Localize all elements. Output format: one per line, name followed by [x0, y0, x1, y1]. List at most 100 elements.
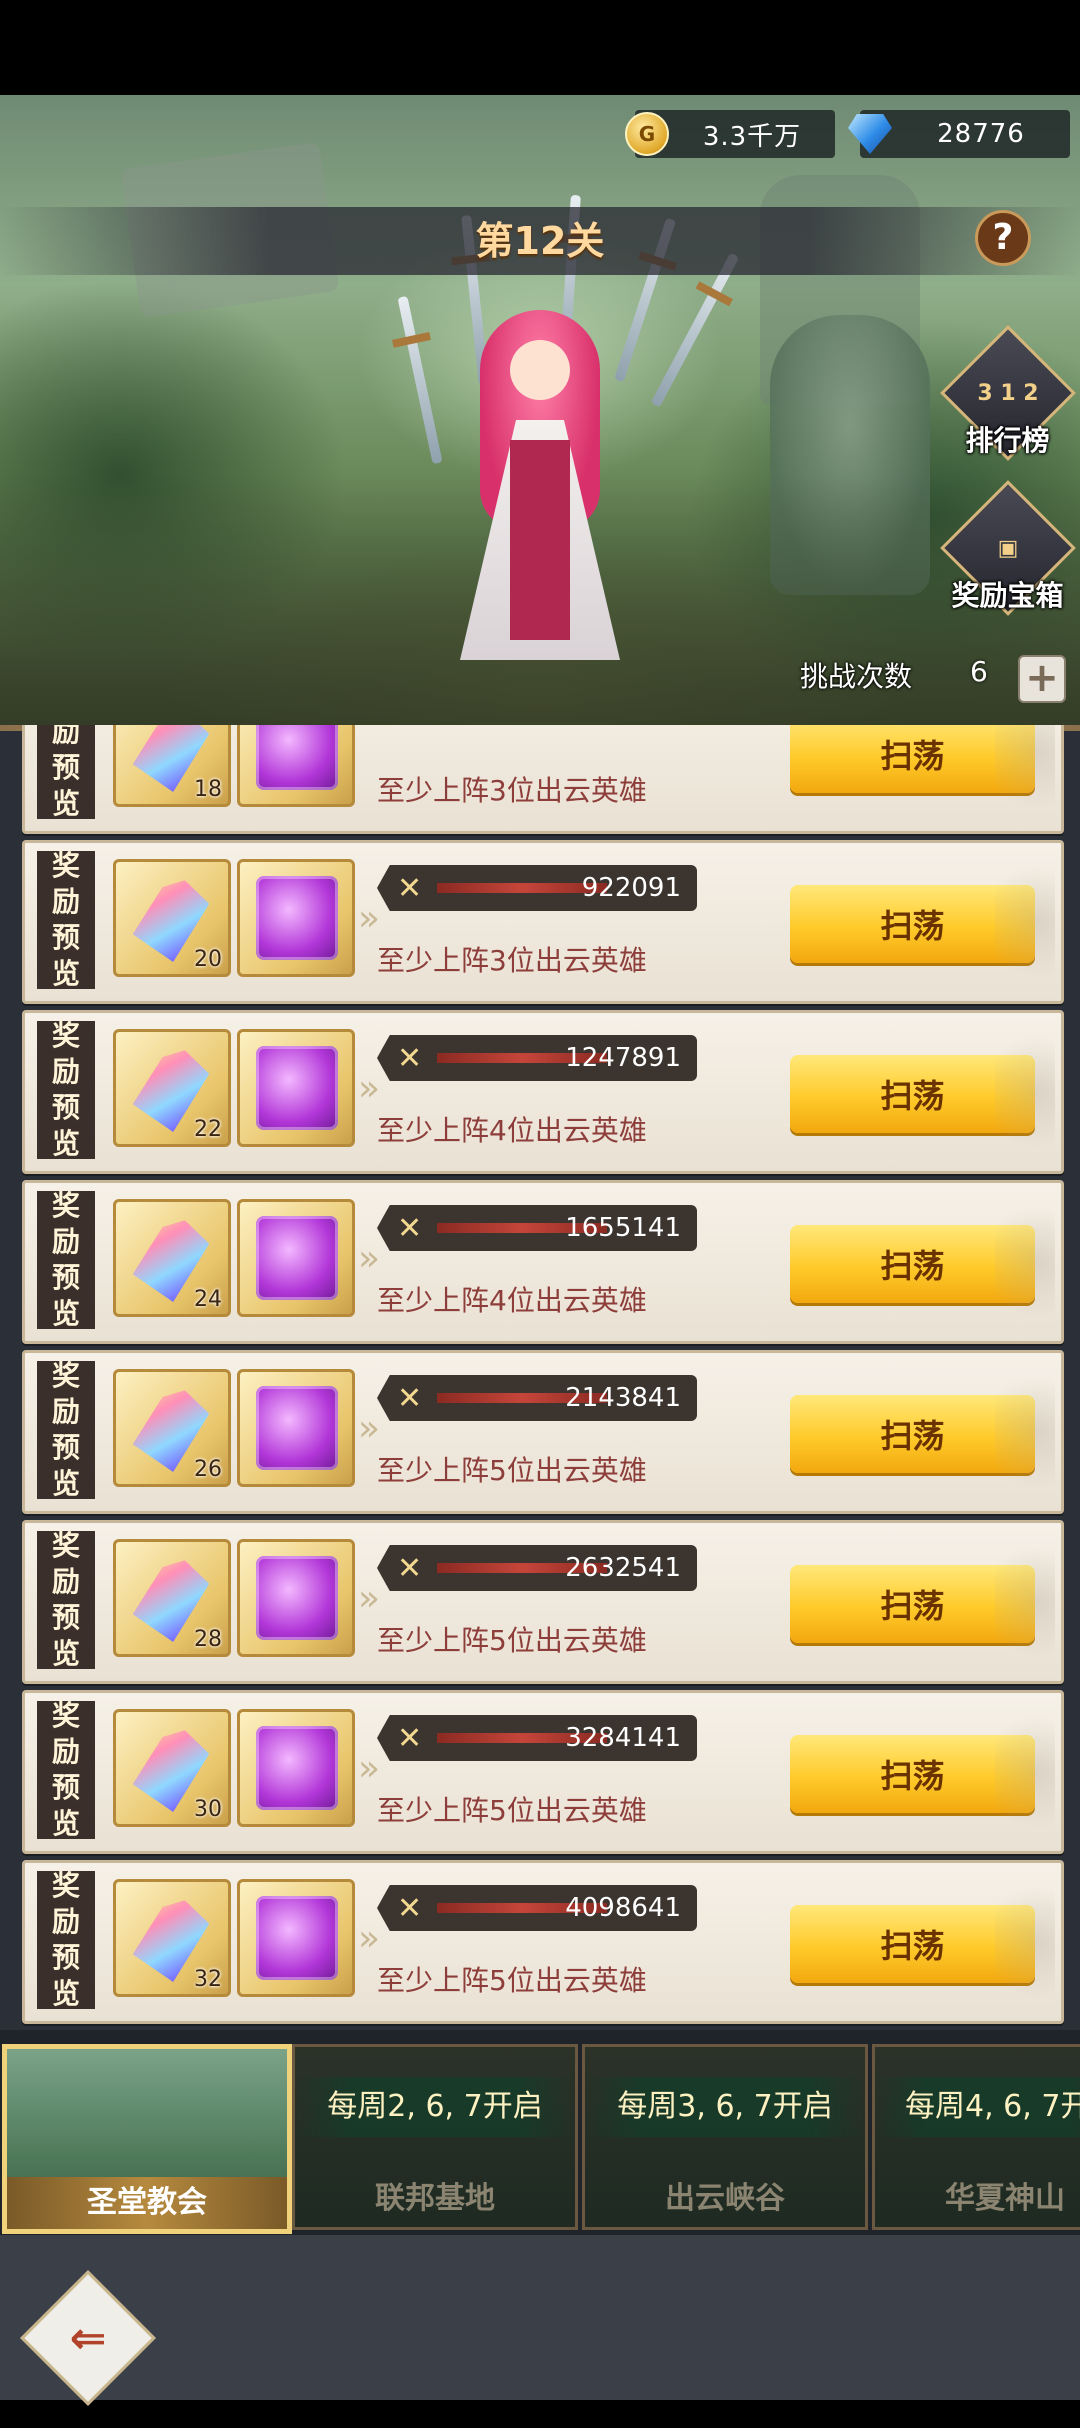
dungeon-tabs: 圣堂教会 每周2, 6, 7开启 联邦基地 每周3, 6, 7开启 出云峡谷 每… [0, 2030, 1080, 2235]
gold-coin-icon: G [625, 112, 669, 156]
power-requirement: ✕ 3284141 [377, 1715, 697, 1761]
tab-huaxia-mountain[interactable]: 每周4, 6, 7开启 华夏神山 [872, 2044, 1080, 2230]
tab-schedule: 每周3, 6, 7开启 [585, 2077, 865, 2137]
magic-cube-icon [256, 1046, 338, 1130]
magic-cube-icon [256, 876, 338, 960]
power-requirement: ✕ 922091 [377, 865, 697, 911]
power-value: 922091 [581, 873, 681, 903]
exit-icon: ⇐ [69, 2312, 107, 2364]
power-value: 4098641 [565, 1893, 681, 1923]
crystal-reward[interactable]: 28 [113, 1539, 231, 1657]
tab-schedule: 每周4, 6, 7开启 [875, 2077, 1080, 2137]
cube-reward[interactable] [237, 1199, 355, 1317]
cube-reward[interactable] [237, 725, 355, 807]
cube-reward[interactable] [237, 859, 355, 977]
reward-preview-tag[interactable]: 奖励预览 [37, 1699, 95, 1840]
magic-cube-icon [256, 1386, 338, 1470]
sweep-button[interactable]: 扫荡 [790, 725, 1035, 793]
sweep-button[interactable]: 扫荡 [790, 1565, 1035, 1643]
add-challenge-button[interactable]: + [1018, 655, 1066, 703]
reward-preview-tag[interactable]: 奖励预览 [37, 725, 95, 820]
stage-row: 奖励预览 20 » ✕ 922091 至少上阵3位出云英雄 扫荡 [22, 840, 1064, 1004]
requirement-text: 至少上阵5位出云英雄 [377, 1454, 647, 1487]
crystal-reward[interactable]: 32 [113, 1879, 231, 1997]
reward-preview-tag[interactable]: 奖励预览 [37, 1189, 95, 1330]
stage-row: 奖励预览 18 至少上阵3位出云英雄 扫荡 [22, 725, 1064, 834]
cube-reward[interactable] [237, 1539, 355, 1657]
magic-cube-icon [256, 1726, 338, 1810]
chevron-right-icon: » [358, 1408, 381, 1449]
crystal-count: 26 [194, 1457, 222, 1482]
ranking-button[interactable]: 3 1 2 排行榜 [939, 325, 1076, 461]
crossed-swords-icon: ✕ [397, 1211, 423, 1246]
tab-holy-church[interactable]: 圣堂教会 [2, 2044, 292, 2234]
tab-label: 华夏神山 [945, 2181, 1065, 2216]
hero-face [510, 340, 570, 400]
reward-preview-tag[interactable]: 奖励预览 [37, 1529, 95, 1670]
status-bar [0, 0, 1080, 95]
power-requirement: ✕ 2143841 [377, 1375, 697, 1421]
sweep-button[interactable]: 扫荡 [790, 1905, 1035, 1983]
crystal-reward[interactable]: 20 [113, 859, 231, 977]
crystal-count: 32 [194, 1967, 222, 1992]
hero-cape [510, 440, 570, 640]
sweep-button[interactable]: 扫荡 [790, 1735, 1035, 1813]
crystal-reward[interactable]: 30 [113, 1709, 231, 1827]
cube-reward[interactable] [237, 1709, 355, 1827]
sweep-button[interactable]: 扫荡 [790, 885, 1035, 963]
gold-value: 3.3千万 [702, 121, 802, 152]
reward-preview-tag[interactable]: 奖励预览 [37, 1019, 95, 1160]
requirement-text: 至少上阵5位出云英雄 [377, 1964, 647, 1997]
crystal-count: 24 [194, 1287, 222, 1312]
power-value: 2632541 [565, 1553, 681, 1583]
crystal-count: 18 [194, 777, 222, 802]
sweep-button[interactable]: 扫荡 [790, 1055, 1035, 1133]
crystal-reward[interactable]: 22 [113, 1029, 231, 1147]
requirement-text: 至少上阵3位出云英雄 [377, 944, 647, 977]
challenge-count-value: 6 [970, 655, 988, 688]
tab-izumo-canyon[interactable]: 每周3, 6, 7开启 出云峡谷 [582, 2044, 868, 2230]
chevron-right-icon: » [358, 1918, 381, 1959]
power-value: 1655141 [565, 1213, 681, 1243]
power-requirement: ✕ 1247891 [377, 1035, 697, 1081]
help-button[interactable]: ? [975, 210, 1031, 266]
reward-chest-button[interactable]: ▣ 奖励宝箱 [939, 480, 1076, 616]
tab-federal-base[interactable]: 每周2, 6, 7开启 联邦基地 [292, 2044, 578, 2230]
cube-reward[interactable] [237, 1369, 355, 1487]
reward-preview-tag[interactable]: 奖励预览 [37, 849, 95, 990]
stage-list[interactable]: 奖励预览 18 至少上阵3位出云英雄 扫荡 奖励预览 20 » ✕ 922091 … [0, 725, 1080, 2030]
stage-banner [0, 95, 1080, 725]
power-requirement: ✕ 1655141 [377, 1205, 697, 1251]
power-value: 2143841 [565, 1383, 681, 1413]
stage-row: 奖励预览 26 » ✕ 2143841 至少上阵5位出云英雄 扫荡 [22, 1350, 1064, 1514]
crystal-count: 20 [194, 947, 222, 972]
sweep-button[interactable]: 扫荡 [790, 1395, 1035, 1473]
stage-row: 奖励预览 24 » ✕ 1655141 至少上阵4位出云英雄 扫荡 [22, 1180, 1064, 1344]
reward-preview-tag[interactable]: 奖励预览 [37, 1359, 95, 1500]
cube-reward[interactable] [237, 1029, 355, 1147]
requirement-text: 至少上阵5位出云英雄 [377, 1794, 647, 1827]
crystal-reward[interactable]: 24 [113, 1199, 231, 1317]
gold-display: G 3.3千万 [625, 110, 835, 158]
sweep-button[interactable]: 扫荡 [790, 1225, 1035, 1303]
magic-cube-icon [256, 725, 338, 790]
cube-reward[interactable] [237, 1879, 355, 1997]
stage-row: 奖励预览 30 » ✕ 3284141 至少上阵5位出云英雄 扫荡 [22, 1690, 1064, 1854]
tab-label: 圣堂教会 [7, 2177, 287, 2229]
crystal-count: 22 [194, 1117, 222, 1142]
chevron-right-icon: » [358, 1068, 381, 1109]
ranking-label: 排行榜 [965, 424, 1050, 457]
gem-display: 28776 [848, 110, 1070, 158]
crossed-swords-icon: ✕ [397, 1721, 423, 1756]
crystal-reward[interactable]: 26 [113, 1369, 231, 1487]
crystal-count: 28 [194, 1627, 222, 1652]
crystal-reward[interactable]: 18 [113, 725, 231, 807]
crossed-swords-icon: ✕ [397, 1891, 423, 1926]
exit-button[interactable]: ⇐ [20, 2270, 156, 2406]
crossed-swords-icon: ✕ [397, 1381, 423, 1416]
tab-schedule: 每周2, 6, 7开启 [295, 2077, 575, 2137]
reward-preview-tag[interactable]: 奖励预览 [37, 1869, 95, 2010]
chevron-right-icon: » [358, 1238, 381, 1279]
question-icon: ? [992, 217, 1014, 258]
floating-sword-icon [650, 252, 740, 408]
